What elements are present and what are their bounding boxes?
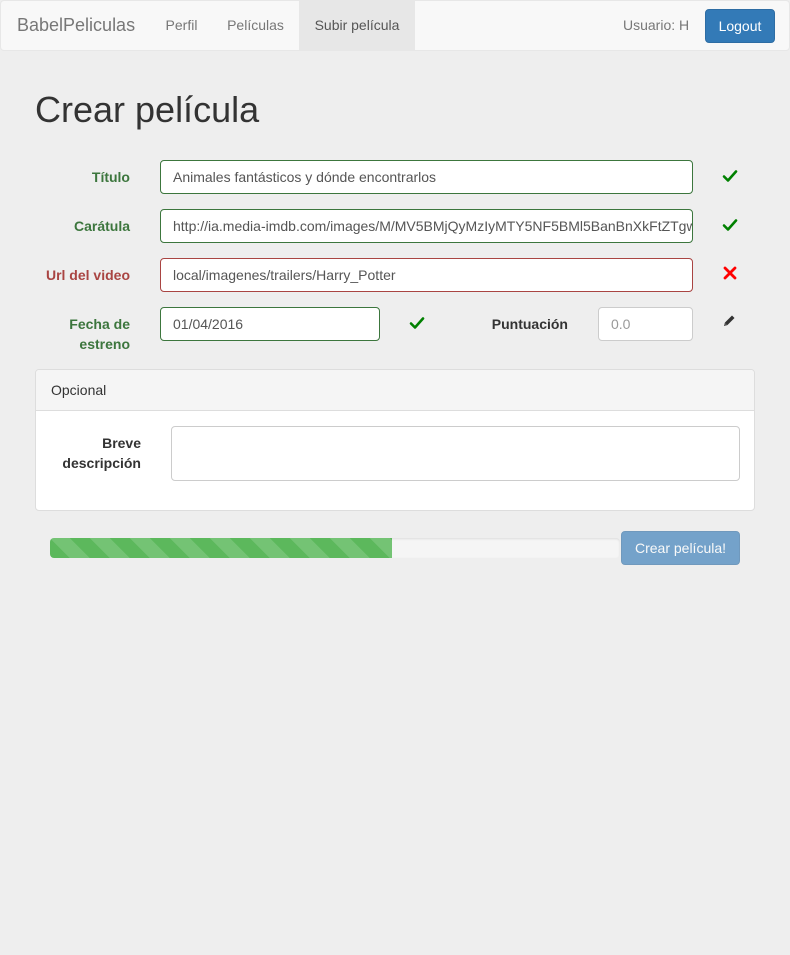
crear-pelicula-button[interactable]: Crear película! [621,531,740,565]
descripcion-textarea[interactable] [171,426,740,481]
panel-title: Opcional [51,382,107,398]
url-video-label: Url del video [45,267,130,283]
panel-heading: Opcional [36,370,754,411]
fecha-label-line2: estreno [79,336,130,352]
user-label: Usuario: H [623,17,690,33]
upload-progress [50,538,620,558]
progress-bar-fill [50,538,392,558]
nav-peliculas[interactable]: Películas [212,1,299,50]
fecha-input[interactable]: 01/04/2016 [160,307,380,341]
optional-panel: Opcional Breve descripción [35,369,755,511]
check-icon [722,219,738,231]
caratula-label: Carátula [73,218,130,234]
descripcion-label: Breve descripción [36,433,141,473]
descripcion-label-line1: Breve [102,435,141,451]
puntuacion-input[interactable]: 0.0 [598,307,693,341]
titulo-input[interactable]: Animales fantásticos y dónde encontrarlo… [160,160,693,194]
nav-subir-pelicula[interactable]: Subir película [299,1,415,50]
check-icon [722,170,738,182]
titulo-label: Título [91,169,130,185]
puntuacion-placeholder: 0.0 [611,316,631,332]
logout-button[interactable]: Logout [705,9,775,43]
page-title: Crear película [35,89,260,130]
check-icon [409,317,425,329]
url-video-input[interactable]: local/imagenes/trailers/Harry_Potter [160,258,693,292]
cross-icon [723,266,737,280]
nav-perfil[interactable]: Perfil [151,1,212,50]
caratula-input[interactable]: http://ia.media-imdb.com/images/M/MV5BMj… [160,209,693,243]
descripcion-label-line2: descripción [62,455,141,471]
pencil-icon [724,315,735,326]
navbar: BabelPeliculas Perfil Películas Subir pe… [0,0,790,51]
puntuacion-label: Puntuación [491,316,568,332]
fecha-label: Fecha de estreno [40,314,130,354]
brand-logo[interactable]: BabelPeliculas [17,1,135,50]
fecha-label-line1: Fecha de [69,316,130,332]
